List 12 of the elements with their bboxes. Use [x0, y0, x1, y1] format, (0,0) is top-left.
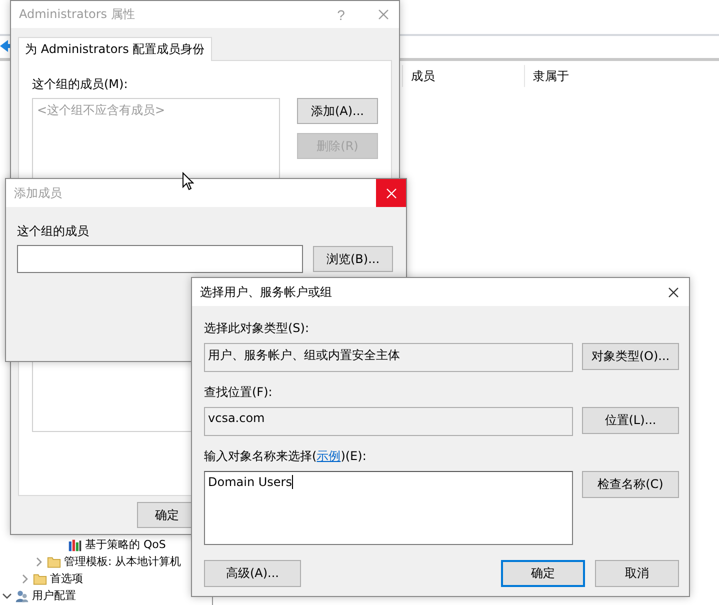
names-label: 输入对象名称来选择( [204, 449, 317, 463]
object-type-field: 用户、服务帐户、组或内置安全主体 [204, 343, 573, 372]
location-field: vcsa.com [204, 407, 573, 436]
members-label: 这个组的成员(M): [32, 76, 129, 93]
empty-list-placeholder: <这个组不应含有成员> [37, 103, 166, 117]
location-label: 查找位置(F): [204, 384, 274, 401]
names-label-suffix: )(E): [340, 449, 366, 463]
window-title: 选择用户、服务帐户或组 [200, 284, 333, 300]
window-title: 添加成员 [14, 184, 63, 202]
members-label: 这个组的成员 [17, 223, 90, 240]
window-title: Administrators 属性 [19, 6, 136, 23]
object-type-label: 选择此对象类型(S): [204, 320, 310, 337]
